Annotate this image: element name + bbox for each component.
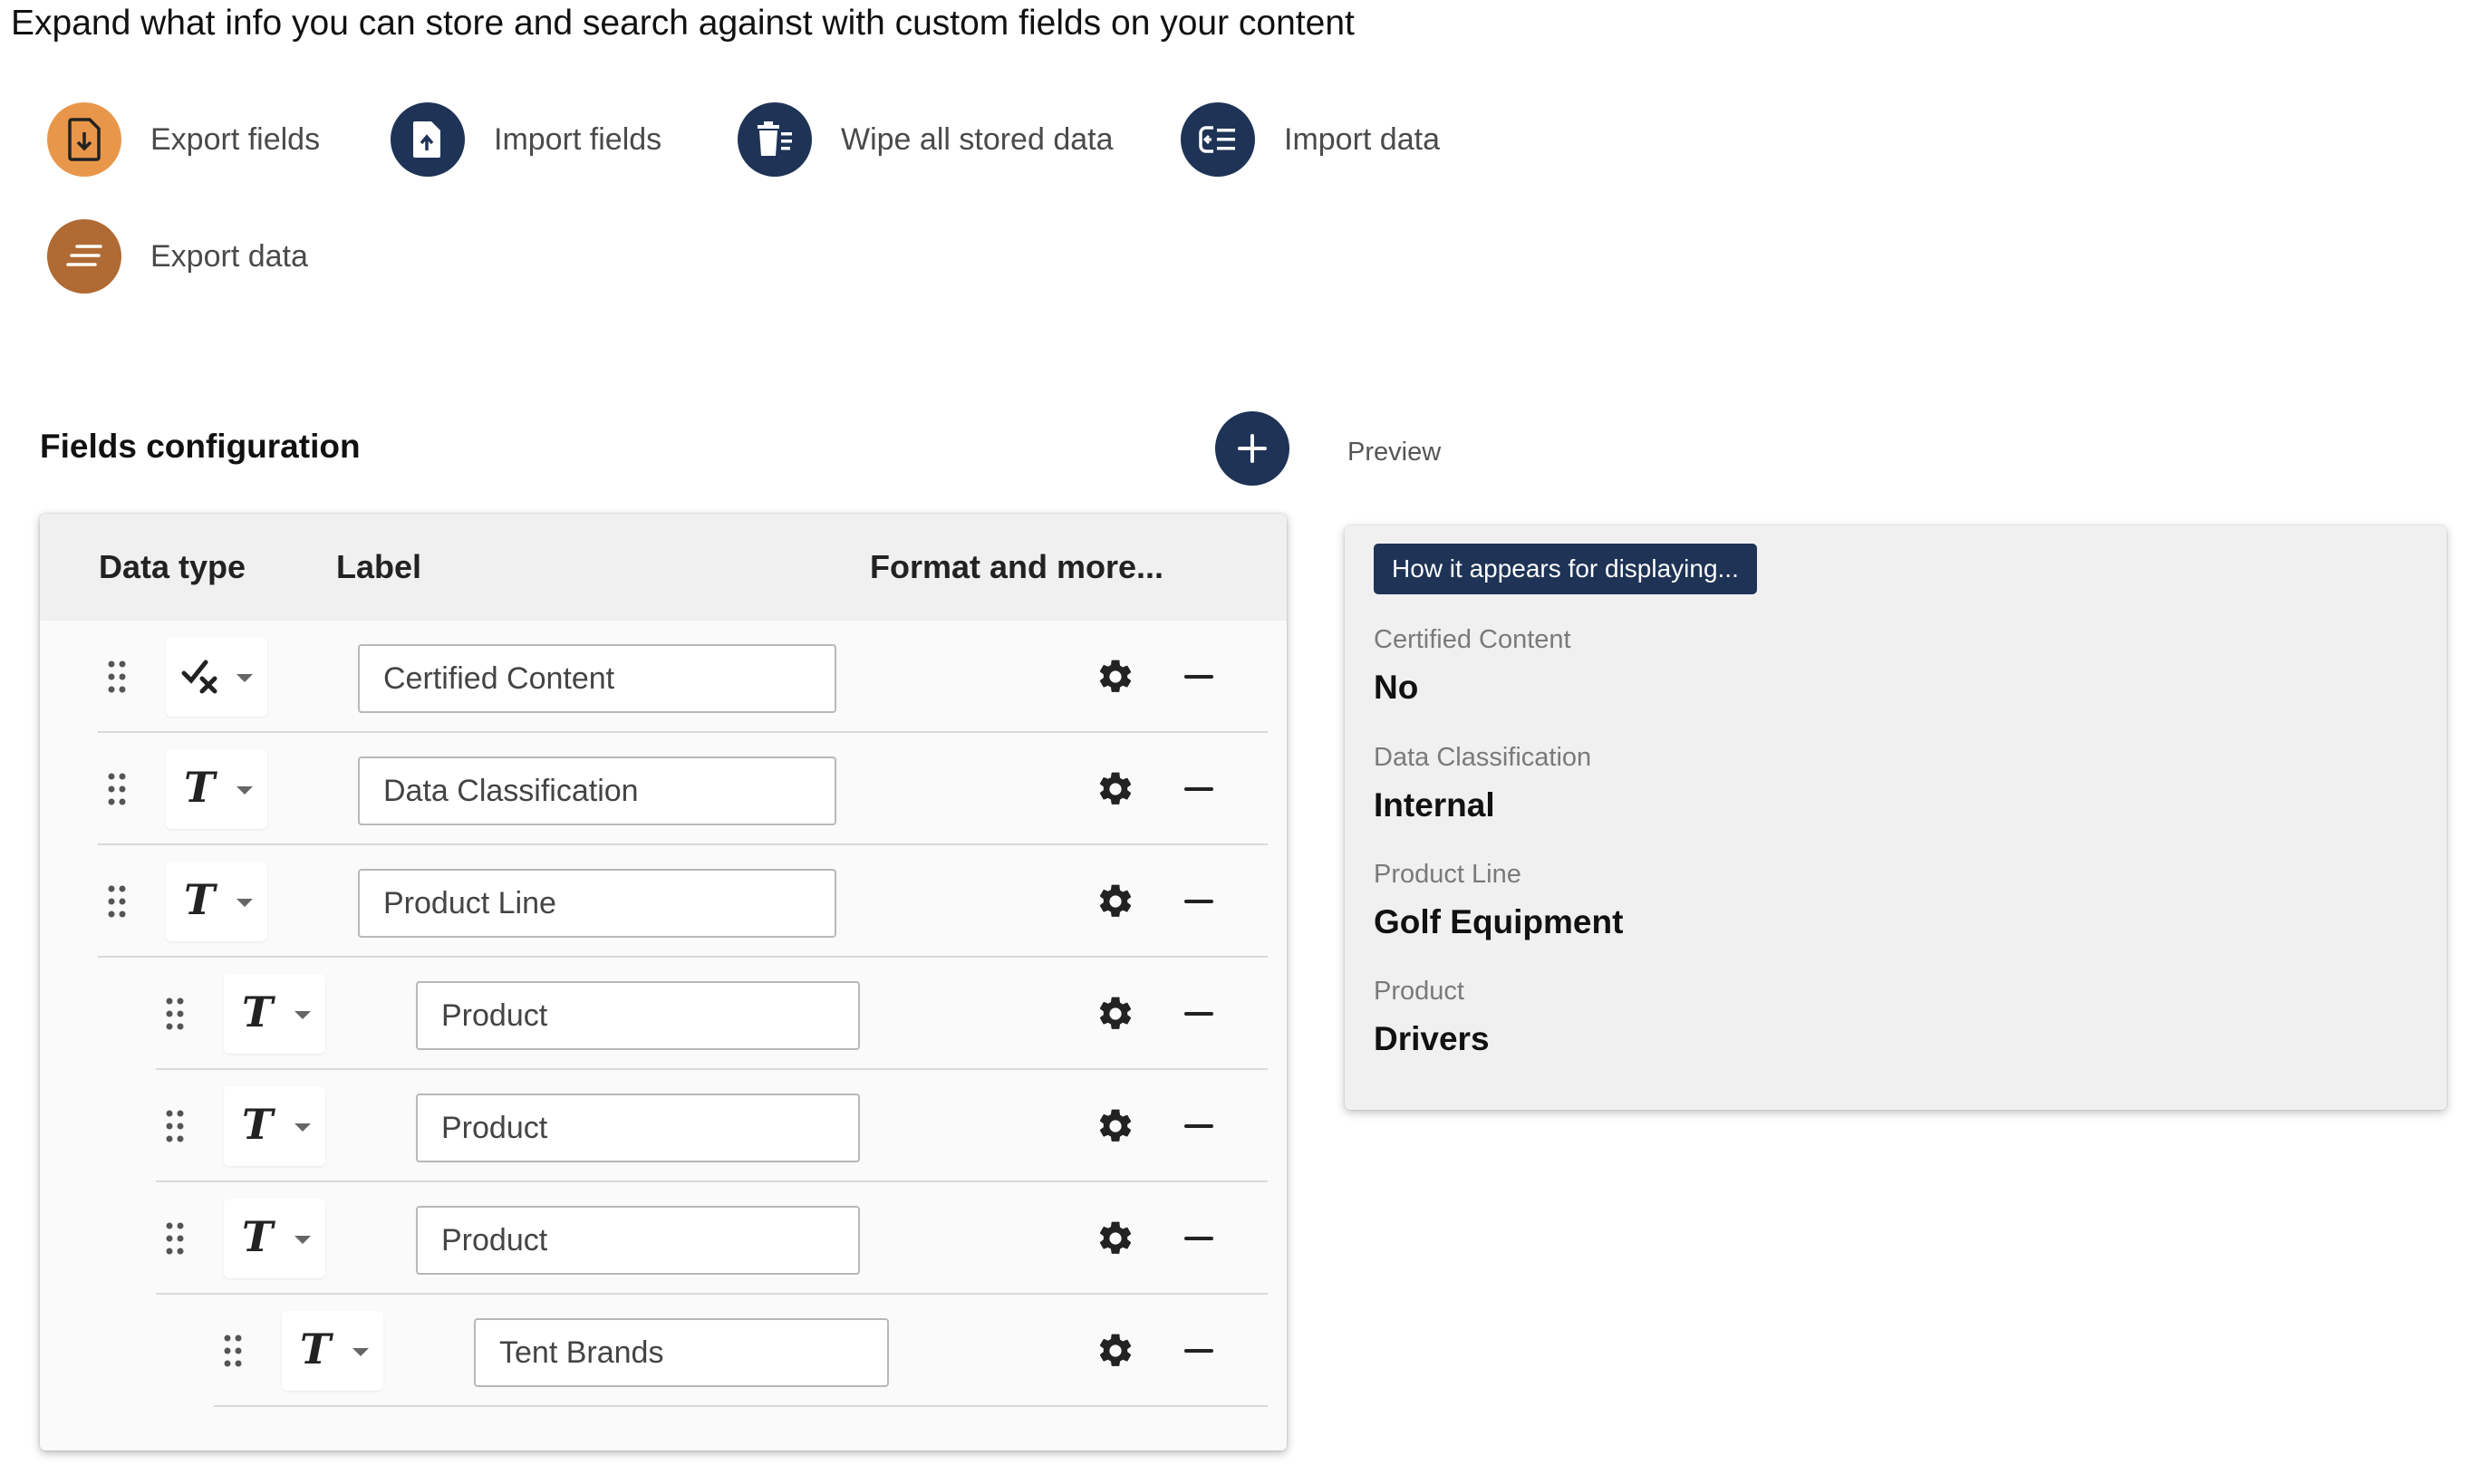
text-T-icon: T [300, 1325, 332, 1373]
gear-icon[interactable] [1096, 1331, 1135, 1371]
col-data-type: Data type [99, 548, 246, 585]
text-T-icon: T [242, 988, 274, 1036]
field-label-input[interactable] [416, 981, 860, 1050]
field-label-input[interactable] [358, 756, 836, 825]
data-type-select[interactable]: T [166, 749, 267, 829]
caret-down-icon [237, 786, 253, 795]
field-label-input[interactable] [358, 869, 836, 938]
drag-handle-icon[interactable] [107, 660, 127, 693]
fields-configuration-title: Fields configuration [40, 428, 361, 465]
preview-item-label: Product Line [1374, 860, 1521, 889]
text-T-icon: T [184, 763, 216, 812]
export-fields-label: Export fields [150, 121, 321, 157]
drag-handle-icon[interactable] [165, 1222, 185, 1255]
import-data-label: Import data [1284, 121, 1440, 157]
check-cross-icon [180, 655, 224, 709]
data-type-select[interactable]: T [224, 1086, 325, 1166]
remove-field-icon[interactable] [1184, 662, 1217, 691]
file-upload-icon [391, 102, 465, 177]
data-type-select[interactable] [166, 637, 267, 717]
fields-config-card: Data type Label Format and more... T T T T T… [40, 514, 1287, 1450]
field-row [98, 621, 1268, 733]
remove-field-icon[interactable] [1184, 999, 1217, 1028]
text-T-icon: T [242, 1212, 274, 1261]
field-label-input[interactable] [416, 1206, 860, 1275]
data-type-select[interactable]: T [282, 1311, 383, 1391]
caret-down-icon [294, 1236, 311, 1244]
caret-down-icon [237, 899, 253, 907]
preview-item-value: No [1374, 669, 1419, 706]
field-row: T [156, 1182, 1268, 1295]
field-row: T [98, 733, 1268, 845]
preview-card: How it appears for displaying... Certifi… [1345, 525, 2447, 1110]
export-data-button[interactable]: Export data [47, 219, 308, 294]
row-divider [214, 1405, 1268, 1407]
preview-item-value: Drivers [1374, 1020, 1490, 1057]
field-row: T [98, 845, 1268, 958]
drag-handle-icon[interactable] [223, 1335, 243, 1367]
gear-icon[interactable] [1096, 882, 1135, 921]
text-T-icon: T [242, 1100, 274, 1149]
fields-table-header: Data type Label Format and more... [40, 514, 1287, 621]
add-field-button[interactable] [1215, 411, 1289, 486]
import-list-icon [1181, 102, 1255, 177]
plus-icon [1238, 434, 1267, 463]
remove-field-icon[interactable] [1184, 1224, 1217, 1253]
caret-down-icon [294, 1123, 311, 1132]
wipe-data-button[interactable]: Wipe all stored data [738, 102, 1114, 177]
gear-icon[interactable] [1096, 657, 1135, 697]
field-row: T [156, 958, 1268, 1070]
drag-handle-icon[interactable] [107, 885, 127, 918]
remove-field-icon[interactable] [1184, 1336, 1217, 1365]
preview-item-value: Internal [1374, 786, 1495, 824]
import-data-button[interactable]: Import data [1181, 102, 1440, 177]
caret-down-icon [237, 674, 253, 682]
remove-field-icon[interactable] [1184, 1112, 1217, 1141]
data-type-select[interactable]: T [166, 862, 267, 941]
trash-list-icon [738, 102, 812, 177]
preview-item-label: Product [1374, 977, 1464, 1006]
caret-down-icon [294, 1011, 311, 1019]
gear-icon[interactable] [1096, 1106, 1135, 1146]
caret-down-icon [352, 1348, 369, 1356]
field-row: T [156, 1070, 1268, 1182]
data-type-select[interactable]: T [224, 1199, 325, 1278]
page-headline: Expand what info you can store and searc… [11, 4, 1355, 43]
export-lines-icon [47, 219, 121, 294]
file-download-icon [47, 102, 121, 177]
preview-item-value: Golf Equipment [1374, 903, 1624, 940]
remove-field-icon[interactable] [1184, 775, 1217, 804]
remove-field-icon[interactable] [1184, 887, 1217, 916]
gear-icon[interactable] [1096, 994, 1135, 1034]
preview-title: Preview [1347, 438, 1442, 467]
col-label: Label [336, 548, 422, 585]
data-type-select[interactable]: T [224, 974, 325, 1054]
text-T-icon: T [184, 875, 216, 924]
export-data-label: Export data [150, 238, 308, 274]
preview-item-label: Certified Content [1374, 625, 1571, 654]
preview-tag: How it appears for displaying... [1374, 544, 1757, 594]
field-label-input[interactable] [358, 644, 836, 713]
export-fields-button[interactable]: Export fields [47, 102, 320, 177]
gear-icon[interactable] [1096, 769, 1135, 809]
drag-handle-icon[interactable] [165, 1110, 185, 1142]
gear-icon[interactable] [1096, 1219, 1135, 1258]
preview-item-label: Data Classification [1374, 743, 1592, 772]
field-label-input[interactable] [474, 1318, 889, 1387]
col-format: Format and more... [870, 548, 1164, 585]
drag-handle-icon[interactable] [107, 773, 127, 805]
drag-handle-icon[interactable] [165, 997, 185, 1030]
field-label-input[interactable] [416, 1094, 860, 1162]
field-row: T [214, 1295, 1268, 1407]
wipe-data-label: Wipe all stored data [841, 121, 1114, 157]
import-fields-button[interactable]: Import fields [391, 102, 661, 177]
import-fields-label: Import fields [494, 121, 662, 157]
